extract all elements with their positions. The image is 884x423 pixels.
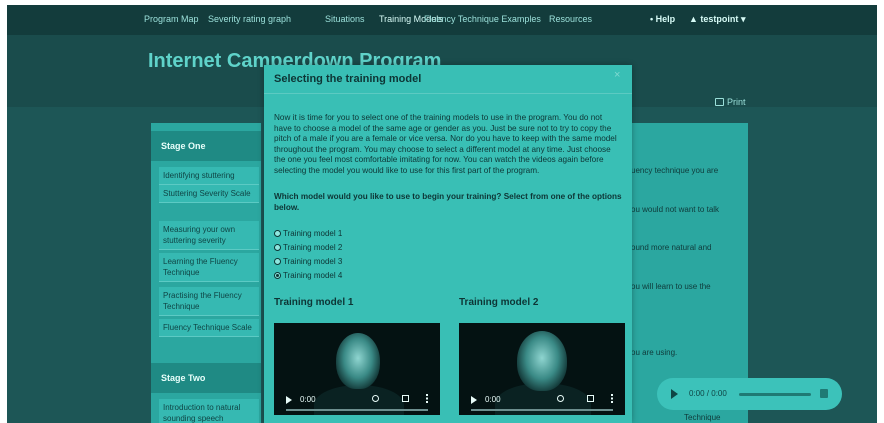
training-model-1-heading: Training model 1	[274, 297, 354, 308]
video-time: 0:00	[485, 395, 501, 404]
radio-button[interactable]	[274, 258, 281, 265]
top-navbar: Program Map Severity rating graph Situat…	[7, 5, 877, 35]
training-model-2-heading: Training model 2	[459, 297, 539, 308]
content-text-line: fluency technique you are	[627, 166, 719, 175]
sidebar-item-learning-technique[interactable]: Learning the Fluency Technique	[159, 253, 259, 282]
training-model-1-video[interactable]: 0:00	[274, 323, 440, 415]
nav-fluency-technique-examples[interactable]: Fluency Technique Examples	[424, 14, 541, 24]
content-text-line: you would not want to talk	[627, 205, 720, 214]
modal-divider	[264, 93, 632, 94]
volume-icon[interactable]	[372, 395, 379, 402]
play-icon[interactable]	[471, 396, 477, 404]
radio-button-selected[interactable]	[274, 272, 281, 279]
help-label: Help	[655, 14, 676, 24]
chevron-down-icon: ▾	[740, 14, 746, 24]
video-controls: 0:00	[459, 389, 625, 415]
video-face	[517, 331, 567, 391]
close-icon[interactable]: ×	[614, 69, 620, 81]
radio-training-model-4[interactable]: Training model 4	[274, 271, 342, 280]
training-model-modal: Selecting the training model × Now it is…	[264, 65, 632, 423]
help-link[interactable]: • Help	[650, 14, 675, 24]
radio-label: Training model 3	[283, 257, 343, 266]
radio-training-model-2[interactable]: Training model 2	[274, 243, 342, 252]
volume-icon[interactable]	[557, 395, 564, 402]
print-link[interactable]: Print	[715, 97, 746, 107]
radio-button[interactable]	[274, 244, 281, 251]
more-options-icon[interactable]	[426, 394, 428, 403]
radio-training-model-1[interactable]: Training model 1	[274, 229, 342, 238]
nav-program-map[interactable]: Program Map	[144, 14, 199, 24]
nav-resources[interactable]: Resources	[549, 14, 592, 24]
content-text-line: you are using.	[627, 348, 678, 357]
more-options-icon[interactable]	[611, 394, 613, 403]
audio-player[interactable]: 0:00 / 0:00	[657, 378, 842, 410]
stage-one-header[interactable]: Stage One	[151, 131, 261, 161]
video-controls: 0:00	[274, 389, 440, 415]
video-face	[336, 333, 380, 389]
video-progress[interactable]	[286, 409, 428, 411]
audio-progress[interactable]	[739, 393, 811, 396]
content-text-line: sound more natural and	[627, 243, 712, 252]
stage-sidebar: Stage One Identifying stuttering Stutter…	[151, 123, 261, 423]
fullscreen-icon[interactable]	[587, 395, 594, 402]
audio-time: 0:00 / 0:00	[689, 389, 727, 398]
sidebar-item-severity-scale[interactable]: Stuttering Severity Scale	[159, 185, 259, 203]
print-label: Print	[727, 97, 746, 107]
stage-two-header[interactable]: Stage Two	[151, 363, 261, 393]
modal-question: Which model would you like to use to beg…	[274, 192, 622, 212]
sidebar-item-technique-scale[interactable]: Fluency Technique Scale	[159, 319, 259, 337]
video-progress[interactable]	[471, 409, 613, 411]
user-name: testpoint	[700, 14, 739, 24]
screenshot-frame: Program Map Severity rating graph Situat…	[0, 0, 884, 423]
nav-situations[interactable]: Situations	[325, 14, 365, 24]
video-time: 0:00	[300, 395, 316, 404]
radio-training-model-3[interactable]: Training model 3	[274, 257, 342, 266]
printer-icon	[715, 98, 724, 106]
sidebar-item-natural-speech[interactable]: Introduction to natural sounding speech	[159, 399, 259, 423]
sidebar-item-practising-technique[interactable]: Practising the Fluency Technique	[159, 287, 259, 316]
app-screen: Program Map Severity rating graph Situat…	[7, 5, 877, 423]
radio-label: Training model 4	[283, 271, 343, 280]
volume-icon[interactable]	[820, 389, 828, 398]
radio-label: Training model 2	[283, 243, 343, 252]
content-text-line: you will learn to use the	[627, 282, 711, 291]
training-model-2-video[interactable]: 0:00	[459, 323, 625, 415]
user-menu[interactable]: ▲ testpoint ▾	[689, 14, 745, 25]
sidebar-item-identifying-stuttering[interactable]: Identifying stuttering	[159, 167, 259, 185]
sidebar-item-measuring-severity[interactable]: Measuring your own stuttering severity	[159, 221, 259, 250]
modal-title: Selecting the training model	[274, 73, 422, 85]
play-icon[interactable]	[286, 396, 292, 404]
content-text-line: Technique	[684, 413, 721, 422]
modal-instructions: Now it is time for you to select one of …	[274, 113, 617, 175]
fullscreen-icon[interactable]	[402, 395, 409, 402]
user-icon: ▲	[689, 14, 701, 24]
radio-label: Training model 1	[283, 229, 343, 238]
radio-button[interactable]	[274, 230, 281, 237]
play-icon[interactable]	[671, 389, 678, 399]
nav-severity-rating-graph[interactable]: Severity rating graph	[208, 14, 291, 24]
